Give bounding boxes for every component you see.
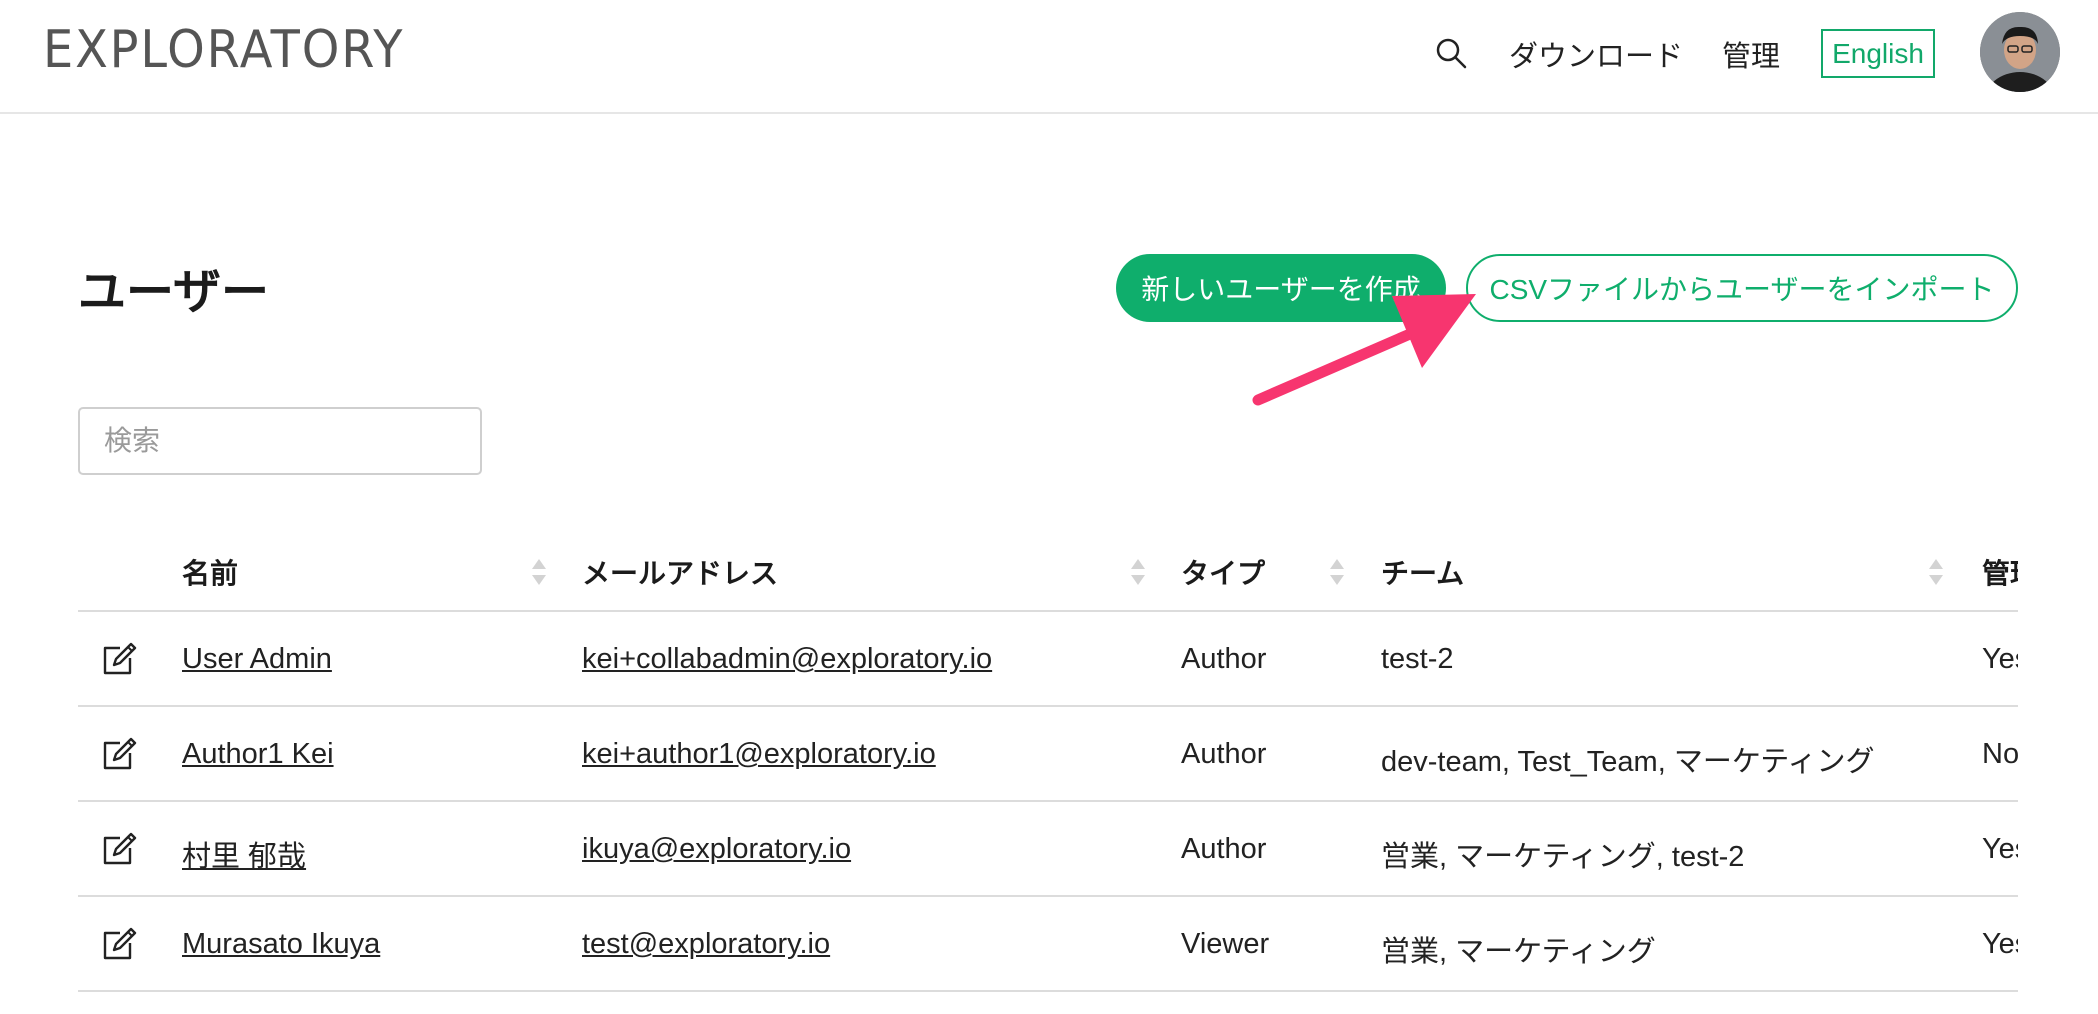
nav-download-link[interactable]: ダウンロード: [1509, 33, 1683, 75]
col-header-type[interactable]: タイプ: [1181, 552, 1265, 592]
user-teams: 営業, マーケティング: [1381, 936, 1656, 968]
sort-icon[interactable]: [1927, 556, 1945, 588]
language-button[interactable]: English: [1821, 29, 1935, 78]
top-nav: EXPLORATORY ダウンロード 管理 English: [0, 0, 2098, 114]
user-type: Author: [1181, 738, 1267, 770]
table-row: 村里 郁哉 ikuya@exploratory.io Author 営業, マー…: [78, 802, 2018, 897]
user-admin: Yes: [1982, 643, 2018, 675]
table-row: Murasato Ikuya test@exploratory.io Viewe…: [78, 897, 2018, 992]
search-input[interactable]: [78, 407, 482, 475]
import-csv-button[interactable]: CSVファイルからユーザーをインポート: [1466, 254, 2018, 322]
user-email-link[interactable]: test@exploratory.io: [582, 928, 830, 961]
user-name-link[interactable]: User Admin: [182, 643, 332, 676]
user-email-link[interactable]: ikuya@exploratory.io: [582, 833, 851, 866]
sort-icon[interactable]: [530, 556, 548, 588]
user-teams: dev-team, Test_Team, マーケティング: [1381, 746, 1875, 778]
user-teams: test-2: [1381, 643, 1454, 675]
user-name-link[interactable]: 村里 郁哉: [182, 833, 306, 875]
user-email-link[interactable]: kei+collabadmin@exploratory.io: [582, 643, 992, 676]
col-header-name[interactable]: 名前: [182, 552, 238, 592]
sort-icon[interactable]: [1328, 556, 1346, 588]
user-teams: 営業, マーケティング, test-2: [1381, 841, 1745, 873]
table-row: User Admin kei+collabadmin@exploratory.i…: [78, 612, 2018, 707]
edit-icon[interactable]: [100, 642, 138, 678]
user-avatar[interactable]: [1980, 12, 2060, 92]
col-header-team[interactable]: チーム: [1381, 552, 1464, 592]
user-admin: Yes: [1982, 833, 2018, 865]
edit-icon[interactable]: [100, 927, 138, 963]
user-name-link[interactable]: Murasato Ikuya: [182, 928, 380, 961]
table-row: Author1 Kei kei+author1@exploratory.io A…: [78, 707, 2018, 802]
col-header-admin[interactable]: 管理: [1982, 552, 2018, 592]
page-title: ユーザー: [78, 266, 270, 319]
edit-icon[interactable]: [100, 737, 138, 773]
col-header-email[interactable]: メールアドレス: [582, 552, 778, 592]
nav-admin-link[interactable]: 管理: [1722, 33, 1780, 75]
user-email-link[interactable]: kei+author1@exploratory.io: [582, 738, 936, 771]
sort-icon[interactable]: [1129, 556, 1147, 588]
user-name-link[interactable]: Author1 Kei: [182, 738, 334, 771]
user-admin: Yes: [1982, 928, 2018, 960]
app-logo[interactable]: EXPLORATORY: [43, 20, 404, 80]
user-admin: No: [1982, 738, 2018, 770]
user-type: Author: [1181, 833, 1267, 865]
search-icon[interactable]: [1434, 36, 1468, 70]
user-type: Viewer: [1181, 928, 1270, 960]
user-type: Author: [1181, 643, 1267, 675]
users-table: 名前 メールアドレス タイプ チーム 管理 User Admin kei+col…: [78, 530, 2018, 1000]
create-user-button[interactable]: 新しいユーザーを作成: [1116, 254, 1446, 322]
avatar-image: [1980, 12, 2060, 92]
edit-icon[interactable]: [100, 832, 138, 868]
